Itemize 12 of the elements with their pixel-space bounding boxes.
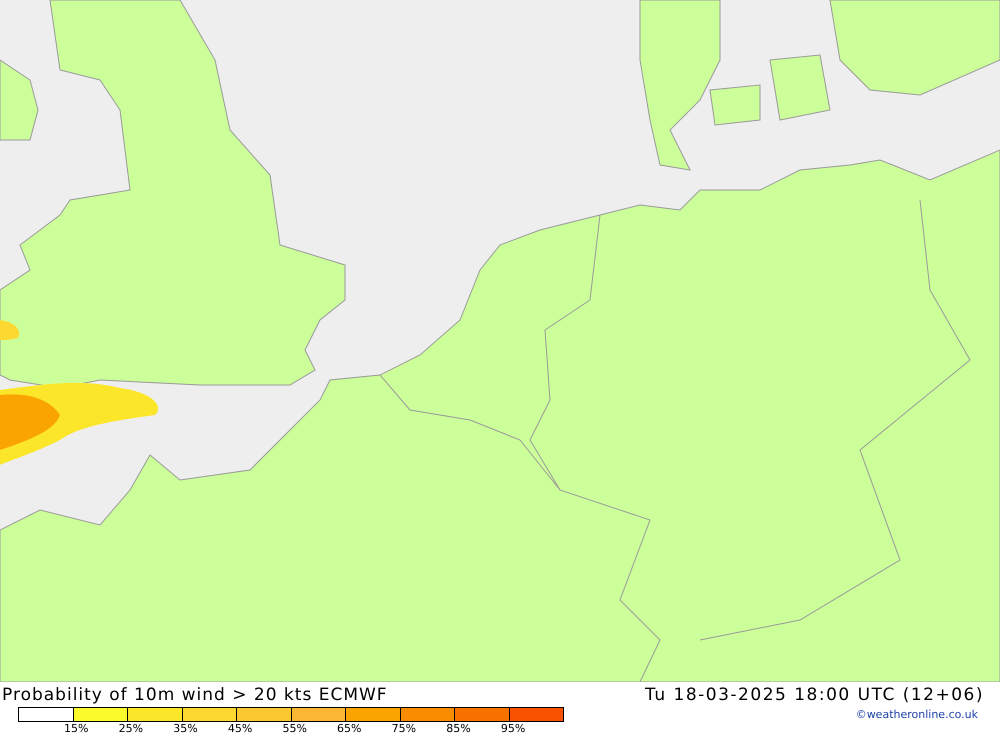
scale-label: 15% (64, 722, 88, 733)
scale-label: 95% (500, 722, 526, 733)
credit-text: ©weatheronline.co.uk (856, 707, 978, 723)
scale-label: 25% (118, 722, 144, 733)
scale-label: 85% (446, 722, 471, 733)
scale-label: 75% (392, 722, 416, 733)
scale-label: 45% (228, 722, 252, 733)
scale-label: 55% (282, 722, 307, 733)
scale-label: 35% (173, 722, 198, 733)
map-title: Probability of 10m wind > 20 kts ECMWF (2, 687, 388, 704)
scale-label: 65% (337, 722, 362, 733)
valid-time: Tu 18-03-2025 18:00 UTC (12+06) (645, 687, 984, 704)
